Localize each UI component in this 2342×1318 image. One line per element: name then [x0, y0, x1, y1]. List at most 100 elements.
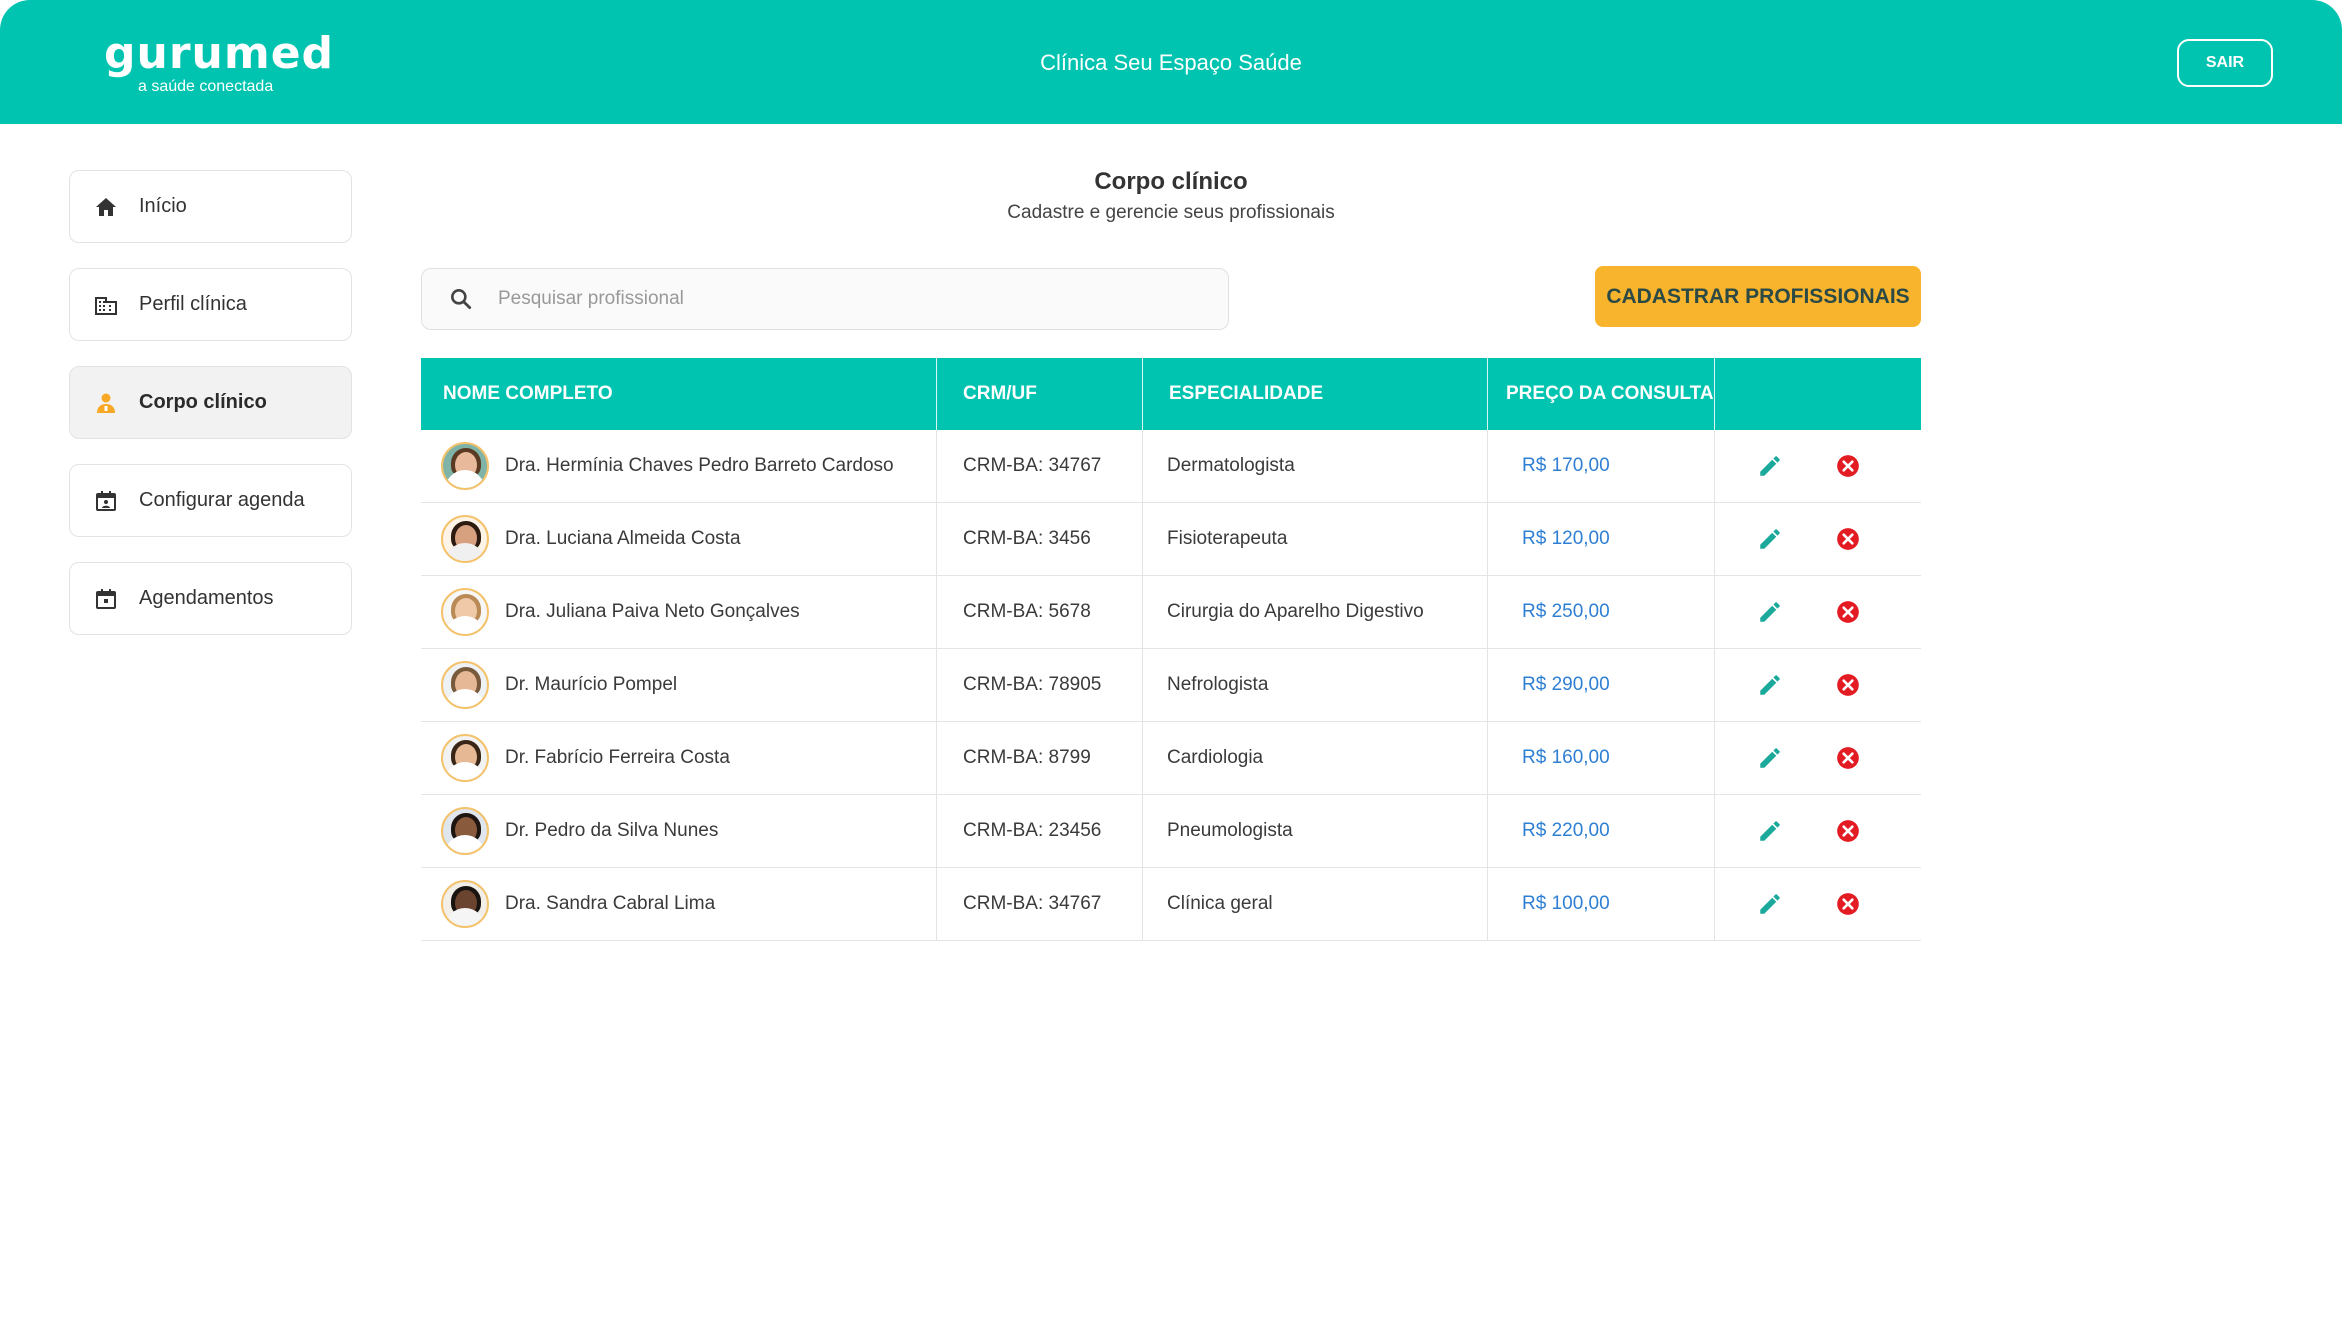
sidebar-item-label: Configurar agenda: [139, 489, 305, 511]
cell-actions: [1715, 795, 1921, 867]
calendar-icon: [92, 585, 120, 613]
table-row: Dra. Luciana Almeida Costa CRM-BA: 3456 …: [421, 503, 1921, 576]
cell-crm: CRM-BA: 34767: [937, 868, 1143, 940]
avatar: [441, 734, 489, 782]
avatar: [441, 515, 489, 563]
cell-price: R$ 160,00: [1488, 722, 1715, 794]
page-title: Corpo clínico: [1094, 168, 1248, 195]
edit-icon[interactable]: [1755, 524, 1785, 554]
edit-icon[interactable]: [1755, 743, 1785, 773]
delete-icon[interactable]: [1833, 597, 1863, 627]
delete-icon[interactable]: [1833, 889, 1863, 919]
add-professional-button[interactable]: CADASTRAR PROFISSIONAIS: [1595, 266, 1921, 327]
table-row: Dr. Pedro da Silva Nunes CRM-BA: 23456 P…: [421, 795, 1921, 868]
cell-crm: CRM-BA: 5678: [937, 576, 1143, 648]
cell-price: R$ 100,00: [1488, 868, 1715, 940]
cell-price: R$ 220,00: [1488, 795, 1715, 867]
column-header-crm[interactable]: CRM/UF: [937, 358, 1143, 430]
cell-name: Dra. Luciana Almeida Costa: [421, 503, 937, 575]
delete-icon[interactable]: [1833, 743, 1863, 773]
delete-icon[interactable]: [1833, 670, 1863, 700]
sidebar-item-perfil-clinica[interactable]: Perfil clínica: [69, 268, 352, 341]
professional-name: Dra. Juliana Paiva Neto Gonçalves: [505, 601, 800, 622]
cell-actions: [1715, 430, 1921, 502]
cell-name: Dr. Pedro da Silva Nunes: [421, 795, 937, 867]
professional-name: Dra. Luciana Almeida Costa: [505, 528, 741, 549]
search-box[interactable]: [421, 268, 1229, 330]
calendar-person-icon: [92, 487, 120, 515]
sidebar-item-label: Corpo clínico: [139, 391, 267, 413]
cell-actions: [1715, 649, 1921, 721]
professionals-table: NOME COMPLETO CRM/UF ESPECIALIDADE PREÇO…: [421, 358, 1921, 941]
cell-price: R$ 290,00: [1488, 649, 1715, 721]
avatar: [441, 807, 489, 855]
search-icon: [448, 286, 474, 312]
avatar: [441, 588, 489, 636]
table-row: Dr. Fabrício Ferreira Costa CRM-BA: 8799…: [421, 722, 1921, 795]
delete-icon[interactable]: [1833, 451, 1863, 481]
page-subtitle: Cadastre e gerencie seus profissionais: [1007, 202, 1335, 223]
cell-actions: [1715, 576, 1921, 648]
cell-specialty: Dermatologista: [1143, 430, 1488, 502]
column-header-specialty[interactable]: ESPECIALIDADE: [1143, 358, 1488, 430]
edit-icon[interactable]: [1755, 889, 1785, 919]
clinic-name: Clínica Seu Espaço Saúde: [1040, 50, 1302, 75]
table-row: Dr. Maurício Pompel CRM-BA: 78905 Nefrol…: [421, 649, 1921, 722]
cell-name: Dra. Juliana Paiva Neto Gonçalves: [421, 576, 937, 648]
avatar: [441, 442, 489, 490]
professional-name: Dr. Maurício Pompel: [505, 674, 678, 695]
doctor-icon: [92, 389, 120, 417]
column-header-actions: [1715, 358, 1921, 430]
logout-button[interactable]: SAIR: [2177, 39, 2273, 87]
cell-crm: CRM-BA: 34767: [937, 430, 1143, 502]
edit-icon[interactable]: [1755, 451, 1785, 481]
top-header: gurumed a saúde conectada Clínica Seu Es…: [0, 0, 2342, 124]
cell-specialty: Clínica geral: [1143, 868, 1488, 940]
table-row: Dra. Hermínia Chaves Pedro Barreto Cardo…: [421, 430, 1921, 503]
cell-crm: CRM-BA: 3456: [937, 503, 1143, 575]
table-header: NOME COMPLETO CRM/UF ESPECIALIDADE PREÇO…: [421, 358, 1921, 430]
avatar: [441, 661, 489, 709]
table-row: Dra. Sandra Cabral Lima CRM-BA: 34767 Cl…: [421, 868, 1921, 941]
edit-icon[interactable]: [1755, 670, 1785, 700]
app-frame: gurumed a saúde conectada Clínica Seu Es…: [0, 0, 2342, 1318]
cell-specialty: Pneumologista: [1143, 795, 1488, 867]
cell-name: Dr. Fabrício Ferreira Costa: [421, 722, 937, 794]
avatar: [441, 880, 489, 928]
cell-specialty: Nefrologista: [1143, 649, 1488, 721]
delete-icon[interactable]: [1833, 816, 1863, 846]
cell-actions: [1715, 868, 1921, 940]
home-icon: [92, 193, 120, 221]
sidebar-item-label: Perfil clínica: [139, 293, 247, 315]
table-row: Dra. Juliana Paiva Neto Gonçalves CRM-BA…: [421, 576, 1921, 649]
search-input[interactable]: [498, 288, 1178, 310]
cell-price: R$ 170,00: [1488, 430, 1715, 502]
sidebar-item-configurar-agenda[interactable]: Configurar agenda: [69, 464, 352, 537]
column-header-price[interactable]: PREÇO DA CONSULTA: [1488, 358, 1715, 430]
professional-name: Dra. Sandra Cabral Lima: [505, 893, 716, 914]
cell-actions: [1715, 722, 1921, 794]
edit-icon[interactable]: [1755, 597, 1785, 627]
cell-specialty: Cirurgia do Aparelho Digestivo: [1143, 576, 1488, 648]
cell-name: Dra. Sandra Cabral Lima: [421, 868, 937, 940]
sidebar-nav: Início Perfil clínica Corpo clínico Conf…: [69, 170, 352, 660]
building-icon: [92, 291, 120, 319]
cell-name: Dra. Hermínia Chaves Pedro Barreto Cardo…: [421, 430, 937, 502]
cell-specialty: Cardiologia: [1143, 722, 1488, 794]
delete-icon[interactable]: [1833, 524, 1863, 554]
cell-specialty: Fisioterapeuta: [1143, 503, 1488, 575]
professional-name: Dra. Hermínia Chaves Pedro Barreto Cardo…: [505, 455, 894, 476]
sidebar-item-inicio[interactable]: Início: [69, 170, 352, 243]
cell-crm: CRM-BA: 23456: [937, 795, 1143, 867]
sidebar-item-label: Início: [139, 195, 187, 217]
sidebar-item-agendamentos[interactable]: Agendamentos: [69, 562, 352, 635]
cell-price: R$ 120,00: [1488, 503, 1715, 575]
table-body: Dra. Hermínia Chaves Pedro Barreto Cardo…: [421, 430, 1921, 941]
sidebar-item-corpo-clinico[interactable]: Corpo clínico: [69, 366, 352, 439]
cell-actions: [1715, 503, 1921, 575]
edit-icon[interactable]: [1755, 816, 1785, 846]
sidebar-item-label: Agendamentos: [139, 587, 274, 609]
professional-name: Dr. Pedro da Silva Nunes: [505, 820, 719, 841]
column-header-name[interactable]: NOME COMPLETO: [421, 358, 937, 430]
logo-tagline: a saúde conectada: [138, 78, 274, 95]
